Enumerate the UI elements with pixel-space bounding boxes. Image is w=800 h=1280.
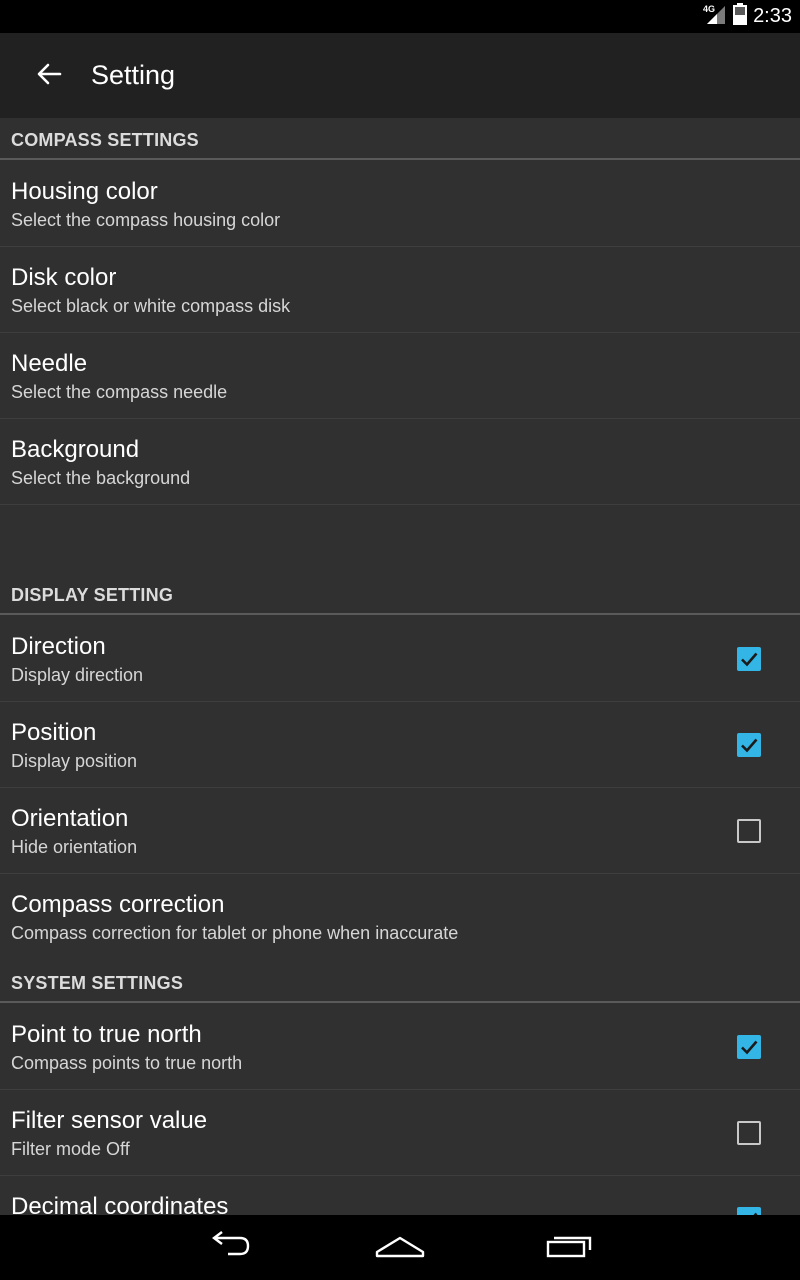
nav-recents-button[interactable] xyxy=(540,1225,600,1269)
signal-icon: 4G xyxy=(703,3,727,30)
section-title: SYSTEM SETTINGS xyxy=(11,973,184,993)
app-bar: Setting xyxy=(0,33,800,118)
pref-decimal-coordinates[interactable]: Decimal coordinates xyxy=(0,1176,800,1215)
orientation-checkbox[interactable] xyxy=(737,819,761,843)
network-type-label: 4G xyxy=(703,4,715,14)
pref-title: Compass correction xyxy=(11,891,225,918)
decimal-coordinates-checkbox[interactable] xyxy=(737,1207,761,1215)
settings-list[interactable]: COMPASS SETTINGS Housing color Select th… xyxy=(0,118,800,1215)
pref-summary: Display position xyxy=(11,751,138,771)
filter-sensor-checkbox[interactable] xyxy=(737,1121,761,1145)
pref-title: Needle xyxy=(11,350,88,377)
pref-title: Disk color xyxy=(11,264,117,291)
status-bar: 4G 2:33 xyxy=(0,0,800,33)
battery-icon xyxy=(733,3,748,30)
pref-direction[interactable]: Direction Display direction xyxy=(0,616,800,702)
pref-housing-color[interactable]: Housing color Select the compass housing… xyxy=(0,161,800,247)
pref-summary: Compass correction for tablet or phone w… xyxy=(11,923,459,943)
recents-nav-icon xyxy=(545,1230,595,1265)
home-nav-icon xyxy=(374,1230,426,1265)
pref-summary: Compass points to true north xyxy=(11,1053,243,1073)
pref-title: Decimal coordinates xyxy=(11,1193,229,1215)
pref-summary: Select black or white compass disk xyxy=(11,296,291,316)
position-checkbox[interactable] xyxy=(737,733,761,757)
pref-title: Filter sensor value xyxy=(11,1107,208,1134)
checkmark-icon xyxy=(741,738,758,753)
section-title: DISPLAY SETTING xyxy=(11,585,174,605)
back-nav-icon xyxy=(206,1230,254,1265)
pref-true-north[interactable]: Point to true north Compass points to tr… xyxy=(0,1004,800,1090)
back-button[interactable] xyxy=(26,53,72,99)
pref-position[interactable]: Position Display position xyxy=(0,702,800,788)
section-header-system: SYSTEM SETTINGS xyxy=(0,961,800,1003)
pref-disk-color[interactable]: Disk color Select black or white compass… xyxy=(0,247,800,333)
checkmark-icon xyxy=(741,1040,758,1055)
status-time: 2:33 xyxy=(753,5,792,27)
pref-title: Orientation xyxy=(11,805,129,832)
section-header-compass: COMPASS SETTINGS xyxy=(0,118,800,160)
pref-background[interactable]: Background Select the background xyxy=(0,419,800,505)
pref-orientation[interactable]: Orientation Hide orientation xyxy=(0,788,800,874)
checkmark-icon xyxy=(741,652,758,667)
pref-compass-correction[interactable]: Compass correction Compass correction fo… xyxy=(0,874,800,960)
pref-filter-sensor[interactable]: Filter sensor value Filter mode Off xyxy=(0,1090,800,1176)
section-header-display: DISPLAY SETTING xyxy=(0,573,800,615)
direction-checkbox[interactable] xyxy=(737,647,761,671)
page-title: Setting xyxy=(91,60,176,90)
back-arrow-icon xyxy=(36,63,62,90)
pref-summary: Select the compass needle xyxy=(11,382,228,402)
pref-title: Housing color xyxy=(11,178,158,205)
pref-summary: Hide orientation xyxy=(11,837,138,857)
pref-title: Point to true north xyxy=(11,1021,202,1048)
pref-title: Position xyxy=(11,719,97,746)
pref-summary: Select the background xyxy=(11,468,191,488)
pref-needle[interactable]: Needle Select the compass needle xyxy=(0,333,800,419)
pref-title: Direction xyxy=(11,633,106,660)
navigation-bar xyxy=(0,1215,800,1280)
true-north-checkbox[interactable] xyxy=(737,1035,761,1059)
nav-home-button[interactable] xyxy=(370,1225,430,1269)
pref-summary: Filter mode Off xyxy=(11,1139,130,1159)
pref-summary: Select the compass housing color xyxy=(11,210,281,230)
checkmark-icon xyxy=(753,1212,758,1215)
pref-title: Background xyxy=(11,436,140,463)
pref-summary: Display direction xyxy=(11,665,144,685)
section-title: COMPASS SETTINGS xyxy=(11,130,199,150)
nav-back-button[interactable] xyxy=(200,1225,260,1269)
